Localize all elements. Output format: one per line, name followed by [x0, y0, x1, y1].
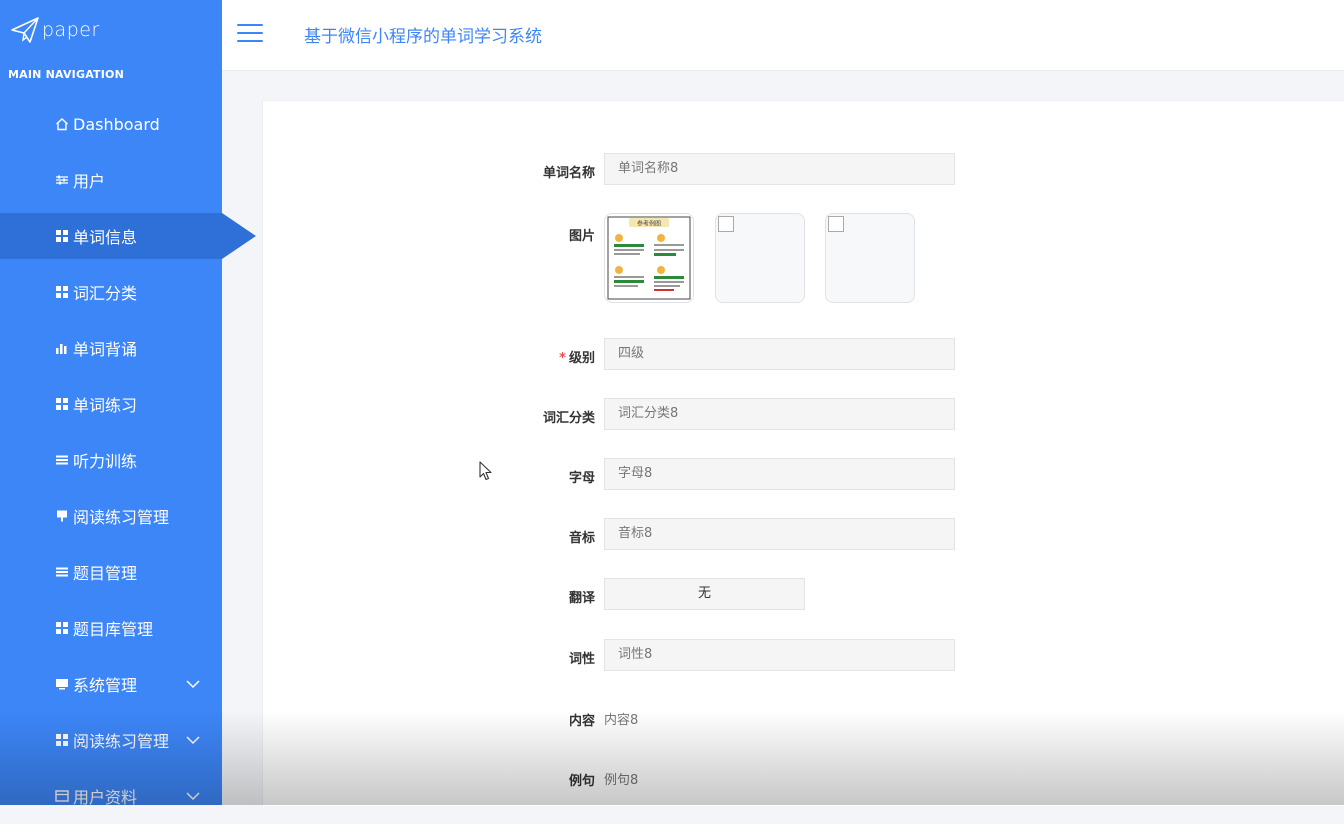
form-row-content: 内容 内容8 — [263, 701, 1344, 735]
menu-toggle-icon[interactable] — [237, 24, 263, 44]
sidebar-item-system[interactable]: 系统管理 — [0, 656, 222, 712]
sidebar-item-question-mgmt[interactable]: 题目管理 — [0, 544, 222, 600]
list-icon — [55, 565, 69, 579]
required-mark: * — [559, 351, 566, 366]
form-row-pos: 词性 词性8 — [263, 639, 1344, 673]
sidebar-item-label: 单词背诵 — [73, 340, 138, 359]
pos-field[interactable]: 词性8 — [604, 639, 955, 671]
logo-text: paper — [42, 19, 100, 41]
thumb-title: 参考例图 — [637, 220, 661, 228]
grid-icon — [55, 733, 69, 747]
detail-panel: 单词名称 单词名称8 图片 参考例图 * 级别 四级 词汇分类 词汇分类8 字母… — [262, 100, 1344, 806]
chevron-down-icon — [186, 736, 200, 745]
grid-icon — [55, 397, 69, 411]
sidebar-nav: Dashboard 用户 单词信息 词汇分类 单词背诵 单词练习 听力训练 阅读… — [0, 96, 256, 824]
form-row-word-name: 单词名称 单词名称8 — [263, 153, 1344, 187]
sidebar-item-label: 听力训练 — [73, 452, 138, 471]
chevron-down-icon — [186, 680, 200, 689]
example-label: 例句 — [568, 774, 595, 789]
letter-field[interactable]: 字母8 — [604, 458, 955, 490]
level-label-text: 级别 — [568, 351, 595, 366]
translation-label: 翻译 — [568, 591, 595, 606]
chevron-down-icon — [186, 792, 200, 801]
monitor-icon — [55, 677, 69, 691]
sidebar: paper MAIN NAVIGATION Dashboard 用户 单词信息 — [0, 0, 256, 807]
top-header: 基于微信小程序的单词学习系统 — [222, 0, 1344, 71]
sidebar-item-word-info[interactable]: 单词信息 — [0, 213, 256, 259]
word-name-label: 单词名称 — [542, 166, 595, 181]
sidebar-item-users[interactable]: 用户 — [0, 152, 222, 208]
broken-image-icon — [828, 216, 844, 232]
sidebar-item-word-practice[interactable]: 单词练习 — [0, 376, 222, 432]
sidebar-item-dashboard[interactable]: Dashboard — [0, 96, 222, 152]
letter-label: 字母 — [568, 471, 595, 486]
form-row-phonetic: 音标 音标8 — [263, 518, 1344, 552]
sidebar-item-label: 题目管理 — [73, 564, 138, 583]
form-row-example: 例句 例句8 — [263, 761, 1344, 795]
form-row-translation: 翻译 无 — [263, 578, 1344, 612]
sliders-icon — [55, 173, 69, 187]
content-label: 内容 — [568, 714, 595, 729]
sidebar-item-label: 系统管理 — [73, 676, 138, 695]
sidebar-item-reading-group[interactable]: 阅读练习管理 — [0, 712, 222, 768]
sidebar-item-label: 单词信息 — [73, 228, 138, 247]
form-row-letter: 字母 字母8 — [263, 458, 1344, 492]
level-label: * 级别 — [475, 347, 595, 366]
image-thumb-3[interactable] — [825, 213, 915, 303]
image-thumb-2[interactable] — [715, 213, 805, 303]
pos-label: 词性 — [568, 652, 595, 667]
sidebar-item-label: 阅读练习管理 — [73, 732, 170, 751]
example-value: 例句8 — [604, 773, 639, 788]
content-value: 内容8 — [604, 713, 639, 728]
pin-icon — [55, 509, 69, 523]
sidebar-item-question-bank[interactable]: 题目库管理 — [0, 600, 222, 656]
form-row-category: 词汇分类 词汇分类8 — [263, 398, 1344, 432]
level-field[interactable]: 四级 — [604, 338, 955, 370]
home-icon — [55, 117, 69, 131]
grid-icon — [55, 621, 69, 635]
bar-chart-icon — [55, 341, 69, 355]
sidebar-item-label: 用户资料 — [73, 788, 138, 807]
image-label: 图片 — [568, 229, 595, 244]
phonetic-label: 音标 — [568, 531, 595, 546]
mouse-cursor-icon — [479, 461, 492, 481]
reference-image: 参考例图 — [607, 216, 691, 300]
category-label: 词汇分类 — [542, 411, 595, 426]
sidebar-item-vocab-category[interactable]: 词汇分类 — [0, 264, 222, 320]
sidebar-item-label: 词汇分类 — [73, 284, 138, 303]
grid-icon — [55, 285, 69, 299]
sidebar-item-label: 题目库管理 — [73, 620, 154, 639]
sidebar-item-reading[interactable]: 阅读练习管理 — [0, 488, 222, 544]
sidebar-item-profile[interactable]: 用户资料 — [0, 768, 222, 824]
sidebar-item-label: 阅读练习管理 — [73, 508, 170, 527]
logo[interactable]: paper — [10, 14, 100, 46]
sidebar-item-word-recite[interactable]: 单词背诵 — [0, 320, 222, 376]
sidebar-item-listening[interactable]: 听力训练 — [0, 432, 222, 488]
page-title: 基于微信小程序的单词学习系统 — [304, 27, 542, 47]
translation-field[interactable]: 无 — [604, 578, 805, 610]
phonetic-field[interactable]: 音标8 — [604, 518, 955, 550]
sidebar-item-label: Dashboard — [73, 114, 160, 134]
image-thumb-1[interactable]: 参考例图 — [604, 213, 694, 303]
word-name-field[interactable]: 单词名称8 — [604, 153, 955, 185]
list-icon — [55, 453, 69, 467]
sidebar-item-label: 单词练习 — [73, 396, 138, 415]
category-field[interactable]: 词汇分类8 — [604, 398, 955, 430]
paper-plane-icon — [11, 17, 39, 43]
card-icon — [55, 789, 69, 803]
nav-header: MAIN NAVIGATION — [8, 68, 125, 81]
sidebar-item-label: 用户 — [73, 172, 106, 191]
form-row-level: * 级别 四级 — [263, 338, 1344, 372]
broken-image-icon — [718, 216, 734, 232]
grid-icon — [55, 229, 69, 243]
